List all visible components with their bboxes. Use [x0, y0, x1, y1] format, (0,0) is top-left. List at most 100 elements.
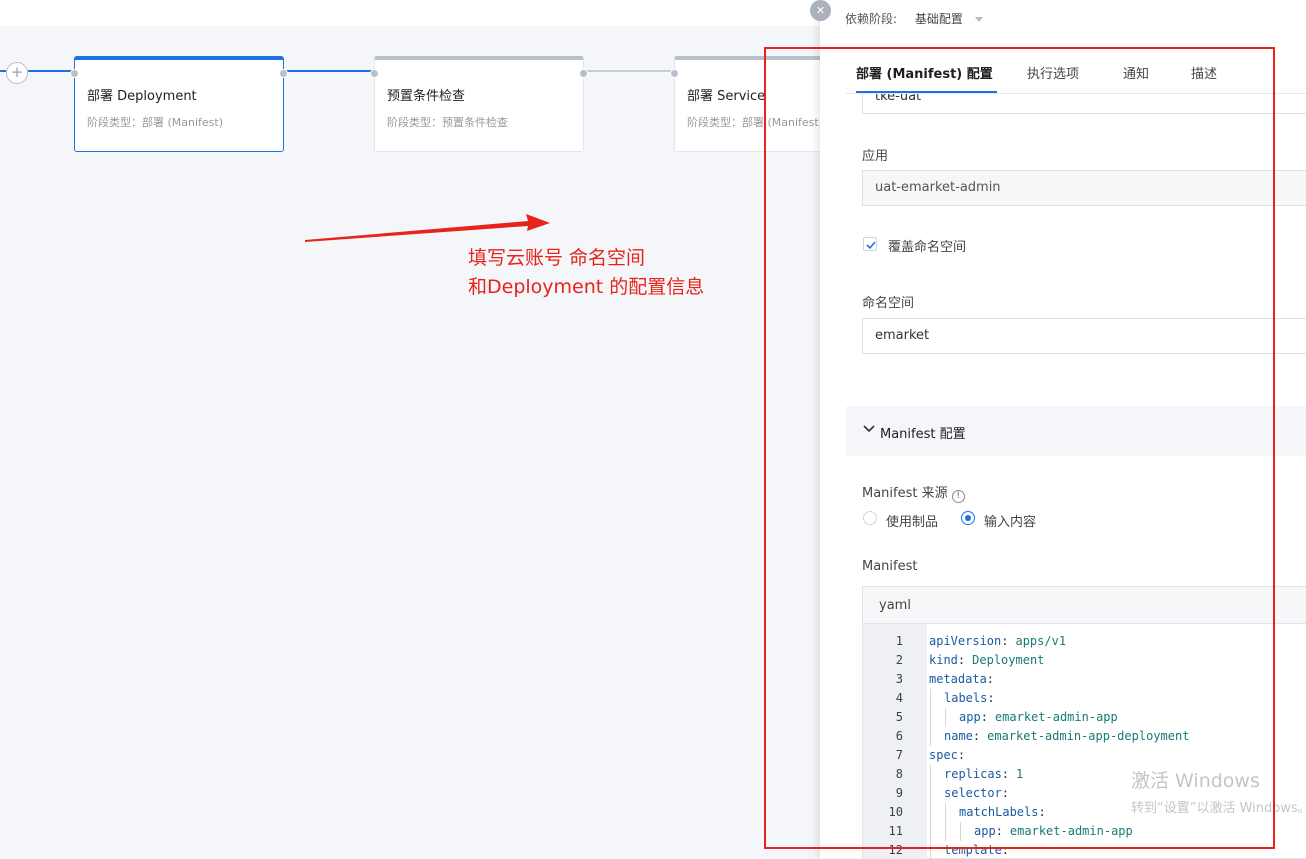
- radio-input-content[interactable]: [961, 511, 975, 525]
- yaml-value: emarket-admin-app: [994, 710, 1118, 724]
- app-field: uat-emarket-admin: [862, 170, 1306, 206]
- namespace-field[interactable]: emarket: [862, 318, 1306, 354]
- yaml-value: emarket-admin-app: [1009, 824, 1133, 838]
- code-line: 5 app: emarket-admin-app: [863, 708, 1306, 727]
- stage-card-deployment[interactable]: 部署 Deployment 阶段类型：部署 (Manifest): [70, 56, 288, 152]
- code-text: apiVersion: apps/v1: [929, 632, 1066, 651]
- code-line: 11 app: emarket-admin-app: [863, 822, 1306, 841]
- manifest-source-label-text: Manifest 来源: [862, 486, 948, 501]
- code-line: 6 name: emarket-admin-app-deployment: [863, 727, 1306, 746]
- indent-guide: [930, 822, 931, 841]
- line-number: 12: [888, 843, 903, 857]
- code-text: spec:: [929, 746, 965, 765]
- radio-use-artifact-label[interactable]: 使用制品: [886, 511, 938, 530]
- check-icon: [866, 241, 876, 250]
- yaml-colon: :: [1001, 786, 1010, 800]
- close-drawer-button[interactable]: ✕: [810, 0, 831, 21]
- code-text: app: emarket-admin-app: [959, 708, 1118, 727]
- code-line: 1 apiVersion: apps/v1: [863, 632, 1306, 651]
- stage-input-dot: [70, 69, 79, 78]
- code-line: 3 metadata:: [863, 670, 1306, 689]
- depends-on-row: 依赖阶段: 基础配置: [845, 10, 983, 27]
- override-namespace-label[interactable]: 覆盖命名空间: [888, 236, 966, 255]
- yaml-colon: :: [986, 672, 995, 686]
- yaml-value: apps/v1: [1015, 634, 1067, 648]
- yaml-colon: :: [987, 691, 995, 705]
- line-number: 5: [895, 710, 903, 724]
- stage-output-dot: [279, 69, 288, 78]
- annotation-text: 填写云账号 命名空间 和Deployment 的配置信息: [468, 244, 704, 302]
- tab-execution-options[interactable]: 执行选项: [1027, 63, 1079, 82]
- line-number: 7: [895, 748, 903, 762]
- indent-guide: [930, 708, 931, 727]
- drawer-tabs: 部署 (Manifest) 配置 执行选项 通知 描述: [846, 48, 1306, 94]
- caret-down-icon[interactable]: [974, 17, 983, 22]
- yaml-key: kind: [929, 653, 958, 667]
- line-number: 2: [895, 653, 903, 667]
- indent-guide: [930, 803, 931, 822]
- code-line: 2 kind: Deployment: [863, 651, 1306, 670]
- yaml-colon: :: [980, 710, 988, 724]
- code-text: template:: [944, 841, 1009, 859]
- stage-input-dot: [370, 69, 379, 78]
- yaml-key: selector: [944, 786, 1002, 800]
- yaml-colon: :: [995, 824, 1003, 838]
- top-strip: [0, 0, 820, 26]
- radio-use-artifact[interactable]: [863, 511, 877, 525]
- stage-card-precheck[interactable]: 预置条件检查 阶段类型：预置条件检查: [370, 56, 588, 152]
- yaml-key: replicas: [944, 767, 1002, 781]
- manifest-section-header[interactable]: Manifest 配置: [846, 406, 1306, 456]
- add-stage-button[interactable]: +: [6, 62, 28, 84]
- yaml-colon: :: [1001, 767, 1010, 781]
- line-number: 1: [895, 634, 903, 648]
- indent-guide: [945, 708, 946, 727]
- line-number: 8: [895, 767, 903, 781]
- indent-guide: [945, 822, 946, 841]
- code-text: name: emarket-admin-app-deployment: [944, 727, 1189, 746]
- tab-notification[interactable]: 通知: [1123, 63, 1149, 82]
- tab-description[interactable]: 描述: [1191, 63, 1217, 82]
- annotation-line-2: 和Deployment 的配置信息: [468, 276, 705, 298]
- code-line: 7 spec:: [863, 746, 1306, 765]
- depends-on-select[interactable]: 基础配置: [915, 12, 963, 26]
- indent-guide: [945, 803, 946, 822]
- annotation-line-1: 填写云账号 命名空间: [468, 247, 646, 269]
- yaml-key: template: [944, 843, 1002, 857]
- manifest-label: Manifest: [862, 559, 918, 574]
- indent-guide: [930, 727, 931, 746]
- code-text: replicas: 1: [944, 765, 1023, 784]
- depends-on-label: 依赖阶段:: [845, 12, 898, 26]
- chevron-down-icon: [863, 425, 875, 433]
- code-text: metadata:: [929, 670, 994, 689]
- yaml-key: apiVersion: [929, 634, 1002, 648]
- yaml-key: spec: [929, 748, 958, 762]
- indent-guide: [930, 784, 931, 803]
- code-text: app: emarket-admin-app: [974, 822, 1133, 841]
- line-number: 11: [888, 824, 903, 838]
- indent-guide: [930, 765, 931, 784]
- info-icon[interactable]: !: [951, 490, 965, 503]
- code-line: 4 labels:: [863, 689, 1306, 708]
- code-text: selector:: [944, 784, 1009, 803]
- manifest-code-editor[interactable]: yaml 1 apiVersion: apps/v1 2 kind: Deployment…: [862, 586, 1306, 859]
- override-namespace-checkbox[interactable]: [863, 237, 877, 251]
- yaml-key: labels: [944, 691, 988, 705]
- connector-plus-to-stage1: [28, 70, 75, 72]
- indent-guide: [960, 822, 961, 841]
- yaml-key: matchLabels: [959, 805, 1039, 819]
- watermark-line-1: 激活 Windows: [1131, 770, 1260, 792]
- line-number: 4: [895, 691, 903, 705]
- line-number: 10: [888, 805, 903, 819]
- connector-stage2-to-stage3: [584, 70, 675, 72]
- manifest-source-label: Manifest 来源!: [862, 482, 965, 503]
- stage-type: 阶段类型：预置条件检查: [387, 116, 508, 129]
- tab-manifest-config[interactable]: 部署 (Manifest) 配置: [856, 63, 993, 82]
- line-number: 9: [895, 786, 903, 800]
- yaml-key: app: [959, 710, 981, 724]
- namespace-label: 命名空间: [862, 296, 915, 311]
- radio-input-content-label[interactable]: 输入内容: [984, 511, 1036, 530]
- code-text: kind: Deployment: [929, 651, 1044, 670]
- yaml-key: metadata: [929, 672, 987, 686]
- line-number: 6: [895, 729, 903, 743]
- watermark-line-2: 转到“设置”以激活 Windows。: [1131, 801, 1306, 816]
